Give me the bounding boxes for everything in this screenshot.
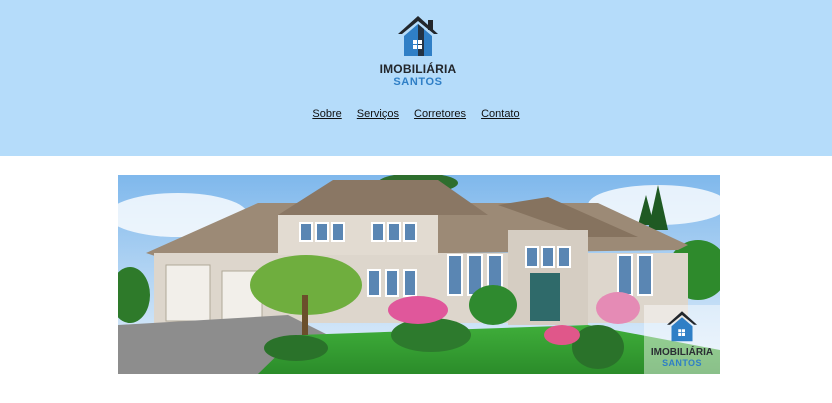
brand-logo[interactable]: IMOBILIÁRIA SANTOS <box>376 14 460 94</box>
nav-link-corretores[interactable]: Corretores <box>414 108 466 120</box>
watermark-name: IMOBILIÁRIA <box>650 347 714 358</box>
nav-link-sobre[interactable]: Sobre <box>312 108 341 120</box>
site-header: IMOBILIÁRIA SANTOS Sobre Serviços Corret… <box>0 0 832 156</box>
house-photo <box>118 175 720 374</box>
house-watermark-icon <box>667 311 697 342</box>
nav-link-servicos[interactable]: Serviços <box>357 108 399 120</box>
brand-name: IMOBILIÁRIA <box>379 62 457 76</box>
hero-image: IMOBILIÁRIA SANTOS <box>118 175 720 374</box>
main-nav: Sobre Serviços Corretores Contato <box>0 108 832 120</box>
nav-link-contato[interactable]: Contato <box>481 108 520 120</box>
brand-surname: SANTOS <box>393 76 443 88</box>
house-logo-icon <box>398 16 438 56</box>
watermark-surname: SANTOS <box>662 358 702 368</box>
watermark-logo: IMOBILIÁRIA SANTOS <box>644 305 720 374</box>
